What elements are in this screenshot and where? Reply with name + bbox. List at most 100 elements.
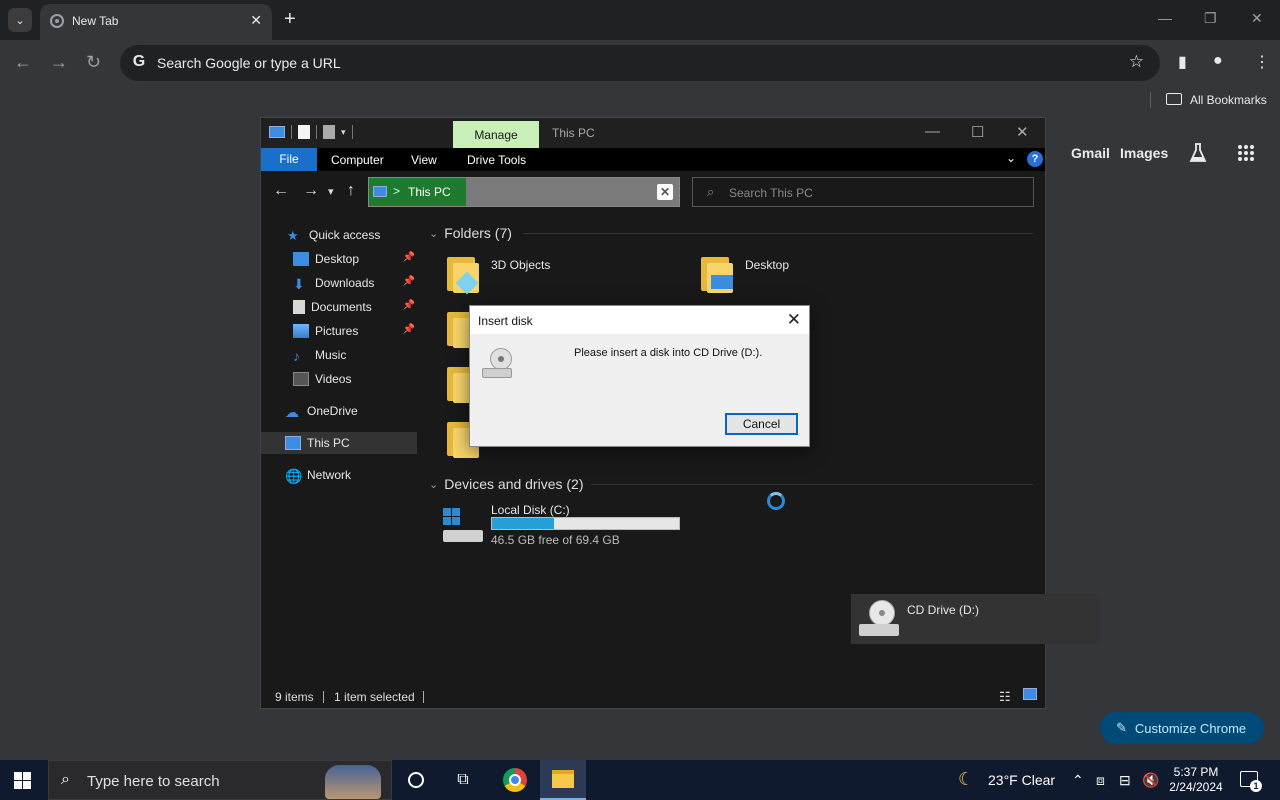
dialog-message: Please insert a disk into CD Drive (D:). — [574, 347, 763, 359]
nav-this-pc[interactable]: This PC — [261, 432, 417, 454]
expand-ribbon-chevron-icon[interactable]: ⌄ — [1006, 151, 1016, 165]
reload-icon[interactable]: ↻ — [86, 52, 101, 72]
explorer-maximize-icon[interactable]: ☐ — [971, 123, 984, 141]
dialog-title: Insert disk — [478, 314, 533, 328]
address-selection: > This PC — [369, 178, 466, 206]
tab-search-chevron-icon[interactable]: ⌄ — [8, 8, 32, 32]
show-hidden-icons-chevron-icon[interactable]: ⌃ — [1072, 772, 1084, 789]
profile-icon[interactable]: ● — [1213, 52, 1223, 70]
status-selected: 1 item selected — [334, 690, 415, 704]
folder-desktop[interactable] — [699, 253, 733, 293]
images-link[interactable]: Images — [1120, 145, 1168, 161]
weather-text[interactable]: 23°F Clear — [988, 772, 1055, 788]
forward-arrow-icon[interactable]: → — [50, 52, 68, 72]
ribbon-tabs: File Computer View Drive Tools ⌄ ? — [261, 148, 1045, 171]
task-view-button[interactable]: ⧉ — [440, 760, 486, 800]
search-highlight-image — [325, 765, 381, 799]
insert-disk-dialog: Insert disk ✕ Please insert a disk into … — [469, 305, 810, 447]
explorer-window-title: This PC — [552, 126, 595, 140]
taskbar-clock[interactable]: 5:37 PM 2/24/2024 — [1164, 765, 1228, 795]
side-panel-icon[interactable]: ▮ — [1178, 52, 1187, 72]
up-arrow-icon[interactable]: ↑ — [347, 182, 355, 200]
clear-address-icon[interactable]: ✕ — [657, 184, 673, 200]
chrome-taskbar-button[interactable] — [492, 760, 538, 800]
cd-drive-d-tile[interactable]: CD Drive (D:) — [851, 594, 1099, 644]
network-icon[interactable]: ⊟ — [1119, 772, 1131, 789]
labs-flask-icon[interactable] — [1188, 142, 1208, 164]
ribbon-file-tab[interactable]: File — [261, 148, 317, 171]
nav-documents[interactable]: Documents 📌 — [261, 296, 417, 318]
ribbon-drive-tools-tab[interactable]: Drive Tools — [467, 153, 526, 167]
omnibox[interactable]: G Search Google or type a URL ☆ — [120, 45, 1160, 81]
nav-videos[interactable]: Videos — [261, 368, 417, 390]
nav-music[interactable]: ♪ Music — [261, 344, 417, 366]
explorer-close-icon[interactable]: ✕ — [1016, 123, 1029, 141]
folder-label-desktop: Desktop — [745, 258, 790, 272]
details-view-icon[interactable]: ☷ — [999, 689, 1011, 705]
nav-pictures[interactable]: Pictures 📌 — [261, 320, 417, 342]
explorer-back-icon[interactable]: ← — [273, 182, 289, 200]
windows-start-icon[interactable] — [14, 772, 31, 789]
tab-new-tab[interactable]: New Tab ✕ — [40, 4, 272, 40]
nav-network[interactable]: 🌐 Network — [261, 464, 417, 486]
taskbar-search-input[interactable] — [87, 772, 327, 790]
devices-group-header[interactable]: ⌄ Devices and drives (2) — [429, 476, 584, 492]
local-disk-c-icon[interactable] — [441, 506, 485, 546]
nav-onedrive[interactable]: ☁ OneDrive — [261, 400, 417, 422]
windows-taskbar: ⌕ ⧉ ☾ 23°F Clear ⌃ ⧈ ⊟ 🔇 5:37 PM 2/24/20… — [0, 760, 1280, 800]
kebab-menu-icon[interactable]: ⋮ — [1254, 52, 1270, 72]
explorer-forward-icon[interactable]: → — [303, 182, 319, 200]
folders-group-header[interactable]: ⌄ Folders (7) — [429, 225, 512, 241]
dialog-close-icon[interactable]: ✕ — [787, 310, 801, 330]
capacity-fill — [492, 518, 554, 529]
clock-date: 2/24/2024 — [1169, 780, 1223, 794]
nav-desktop[interactable]: Desktop 📌 — [261, 248, 417, 270]
address-row: ← → ▾ ↑ > This PC ✕ ⌕ — [261, 171, 1045, 213]
network-globe-icon: 🌐 — [285, 468, 303, 484]
tab-close-icon[interactable]: ✕ — [250, 12, 262, 29]
cancel-button[interactable]: Cancel — [725, 413, 798, 435]
customize-qat-chevron-icon[interactable]: ▾ — [341, 127, 346, 138]
cd-drive-icon — [859, 600, 899, 640]
file-explorer-icon — [552, 770, 574, 788]
bookmark-star-icon[interactable]: ☆ — [1129, 52, 1144, 72]
folder-icon — [1166, 93, 1182, 105]
all-bookmarks-link[interactable]: All Bookmarks — [1190, 93, 1267, 107]
chrome-tab-strip: ⌄ New Tab ✕ + — ❐ ✕ — [0, 0, 1280, 40]
folder-3d-objects[interactable] — [445, 253, 479, 295]
recent-locations-chevron-icon[interactable]: ▾ — [328, 185, 334, 198]
meet-icon[interactable]: ⧈ — [1096, 772, 1105, 789]
new-tab-plus-icon[interactable]: + — [284, 8, 296, 30]
tiles-view-icon[interactable] — [1023, 688, 1037, 700]
explorer-search-box[interactable]: ⌕ — [692, 177, 1034, 207]
file-explorer-taskbar-button[interactable] — [540, 760, 586, 800]
tab-title: New Tab — [72, 14, 119, 28]
new-folder-icon[interactable] — [323, 125, 335, 139]
ribbon-view-tab[interactable]: View — [411, 153, 437, 167]
manage-tab[interactable]: Manage — [453, 121, 539, 149]
ribbon-computer-tab[interactable]: Computer — [331, 153, 384, 167]
volume-muted-icon[interactable]: 🔇 — [1142, 772, 1159, 789]
minimize-icon[interactable]: — — [1158, 10, 1172, 26]
customize-chrome-button[interactable]: ✎ Customize Chrome — [1100, 712, 1264, 744]
cortana-button[interactable] — [393, 760, 439, 800]
explorer-minimize-icon[interactable]: — — [925, 123, 940, 140]
gmail-link[interactable]: Gmail — [1071, 145, 1110, 161]
address-bar[interactable]: > This PC ✕ — [368, 177, 680, 207]
moon-weather-icon[interactable]: ☾ — [958, 769, 974, 790]
nav-downloads[interactable]: ⬇ Downloads 📌 — [261, 272, 417, 294]
nav-quick-access[interactable]: ★ Quick access — [261, 224, 417, 246]
help-icon[interactable]: ? — [1027, 151, 1043, 167]
taskbar-search-box[interactable]: ⌕ — [48, 760, 392, 800]
search-icon: ⌕ — [61, 771, 70, 788]
properties-icon[interactable] — [298, 125, 310, 139]
chrome-toolbar: ← → ↻ G Search Google or type a URL ☆ — [0, 40, 1280, 86]
cloud-icon: ☁ — [285, 404, 299, 420]
explorer-search-input[interactable] — [729, 184, 1019, 202]
back-arrow-icon[interactable]: ← — [14, 52, 32, 72]
restore-icon[interactable]: ❐ — [1204, 10, 1217, 27]
close-window-icon[interactable]: ✕ — [1251, 10, 1263, 27]
monitor-icon — [711, 275, 733, 289]
quick-access-toolbar: ▾ — [269, 125, 353, 139]
google-apps-icon[interactable] — [1238, 145, 1254, 161]
